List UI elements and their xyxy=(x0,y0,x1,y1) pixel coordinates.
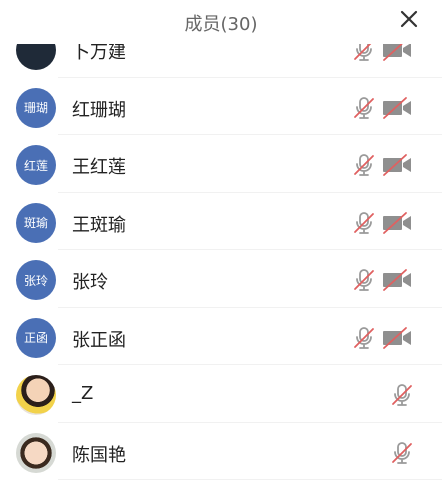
member-row[interactable]: 正函 张正函 xyxy=(0,308,442,365)
mic-muted-icon[interactable] xyxy=(352,96,376,120)
camera-off-icon[interactable] xyxy=(382,96,412,120)
member-row[interactable]: _Z xyxy=(0,365,442,423)
mic-muted-icon[interactable] xyxy=(352,153,376,177)
avatar: 红莲 xyxy=(16,145,56,185)
member-name: 陈国艳 xyxy=(72,444,126,466)
member-row[interactable]: 张玲 张玲 xyxy=(0,250,442,308)
member-row[interactable]: 陈国艳 xyxy=(0,423,442,480)
avatar: 张玲 xyxy=(16,260,56,300)
camera-off-icon[interactable] xyxy=(382,153,412,177)
member-name: 张玲 xyxy=(72,272,108,293)
close-icon[interactable] xyxy=(398,8,420,30)
row-divider xyxy=(58,479,442,480)
member-name: _Z xyxy=(72,383,94,404)
member-list: 卜万建 珊瑚 红珊瑚 红莲 王红莲 斑瑜 王斑瑜 张玲 张玲 正函 张正函 _Z 陈国艳 xyxy=(0,20,442,480)
member-row[interactable]: 珊瑚 红珊瑚 xyxy=(0,78,442,135)
member-name: 王红莲 xyxy=(72,157,126,178)
mic-muted-icon[interactable] xyxy=(352,268,376,292)
member-name: 王斑瑜 xyxy=(72,214,126,236)
member-row[interactable]: 红莲 王红莲 xyxy=(0,135,442,193)
member-name: 红珊瑚 xyxy=(72,99,126,121)
panel-header: 成员(30) xyxy=(0,0,442,44)
member-row[interactable]: 斑瑜 王斑瑜 xyxy=(0,193,442,250)
mic-muted-icon[interactable] xyxy=(352,326,376,350)
camera-off-icon[interactable] xyxy=(382,211,412,235)
mic-muted-icon[interactable] xyxy=(390,383,414,407)
avatar xyxy=(16,375,56,415)
camera-off-icon[interactable] xyxy=(382,268,412,292)
members-panel: 成员(30) 卜万建 珊瑚 红珊瑚 红莲 王红莲 斑瑜 王斑瑜 张玲 张玲 正函 张正函 _Z 陈国艳 xyxy=(0,0,442,481)
avatar: 斑瑜 xyxy=(16,202,56,243)
camera-off-icon[interactable] xyxy=(382,326,412,350)
member-name: 张正函 xyxy=(72,329,126,351)
mic-muted-icon[interactable] xyxy=(352,211,376,235)
panel-title: 成员(30) xyxy=(184,14,258,35)
avatar: 珊瑚 xyxy=(16,87,56,128)
avatar: 正函 xyxy=(16,317,56,358)
mic-muted-icon[interactable] xyxy=(390,441,414,465)
avatar xyxy=(16,432,56,473)
